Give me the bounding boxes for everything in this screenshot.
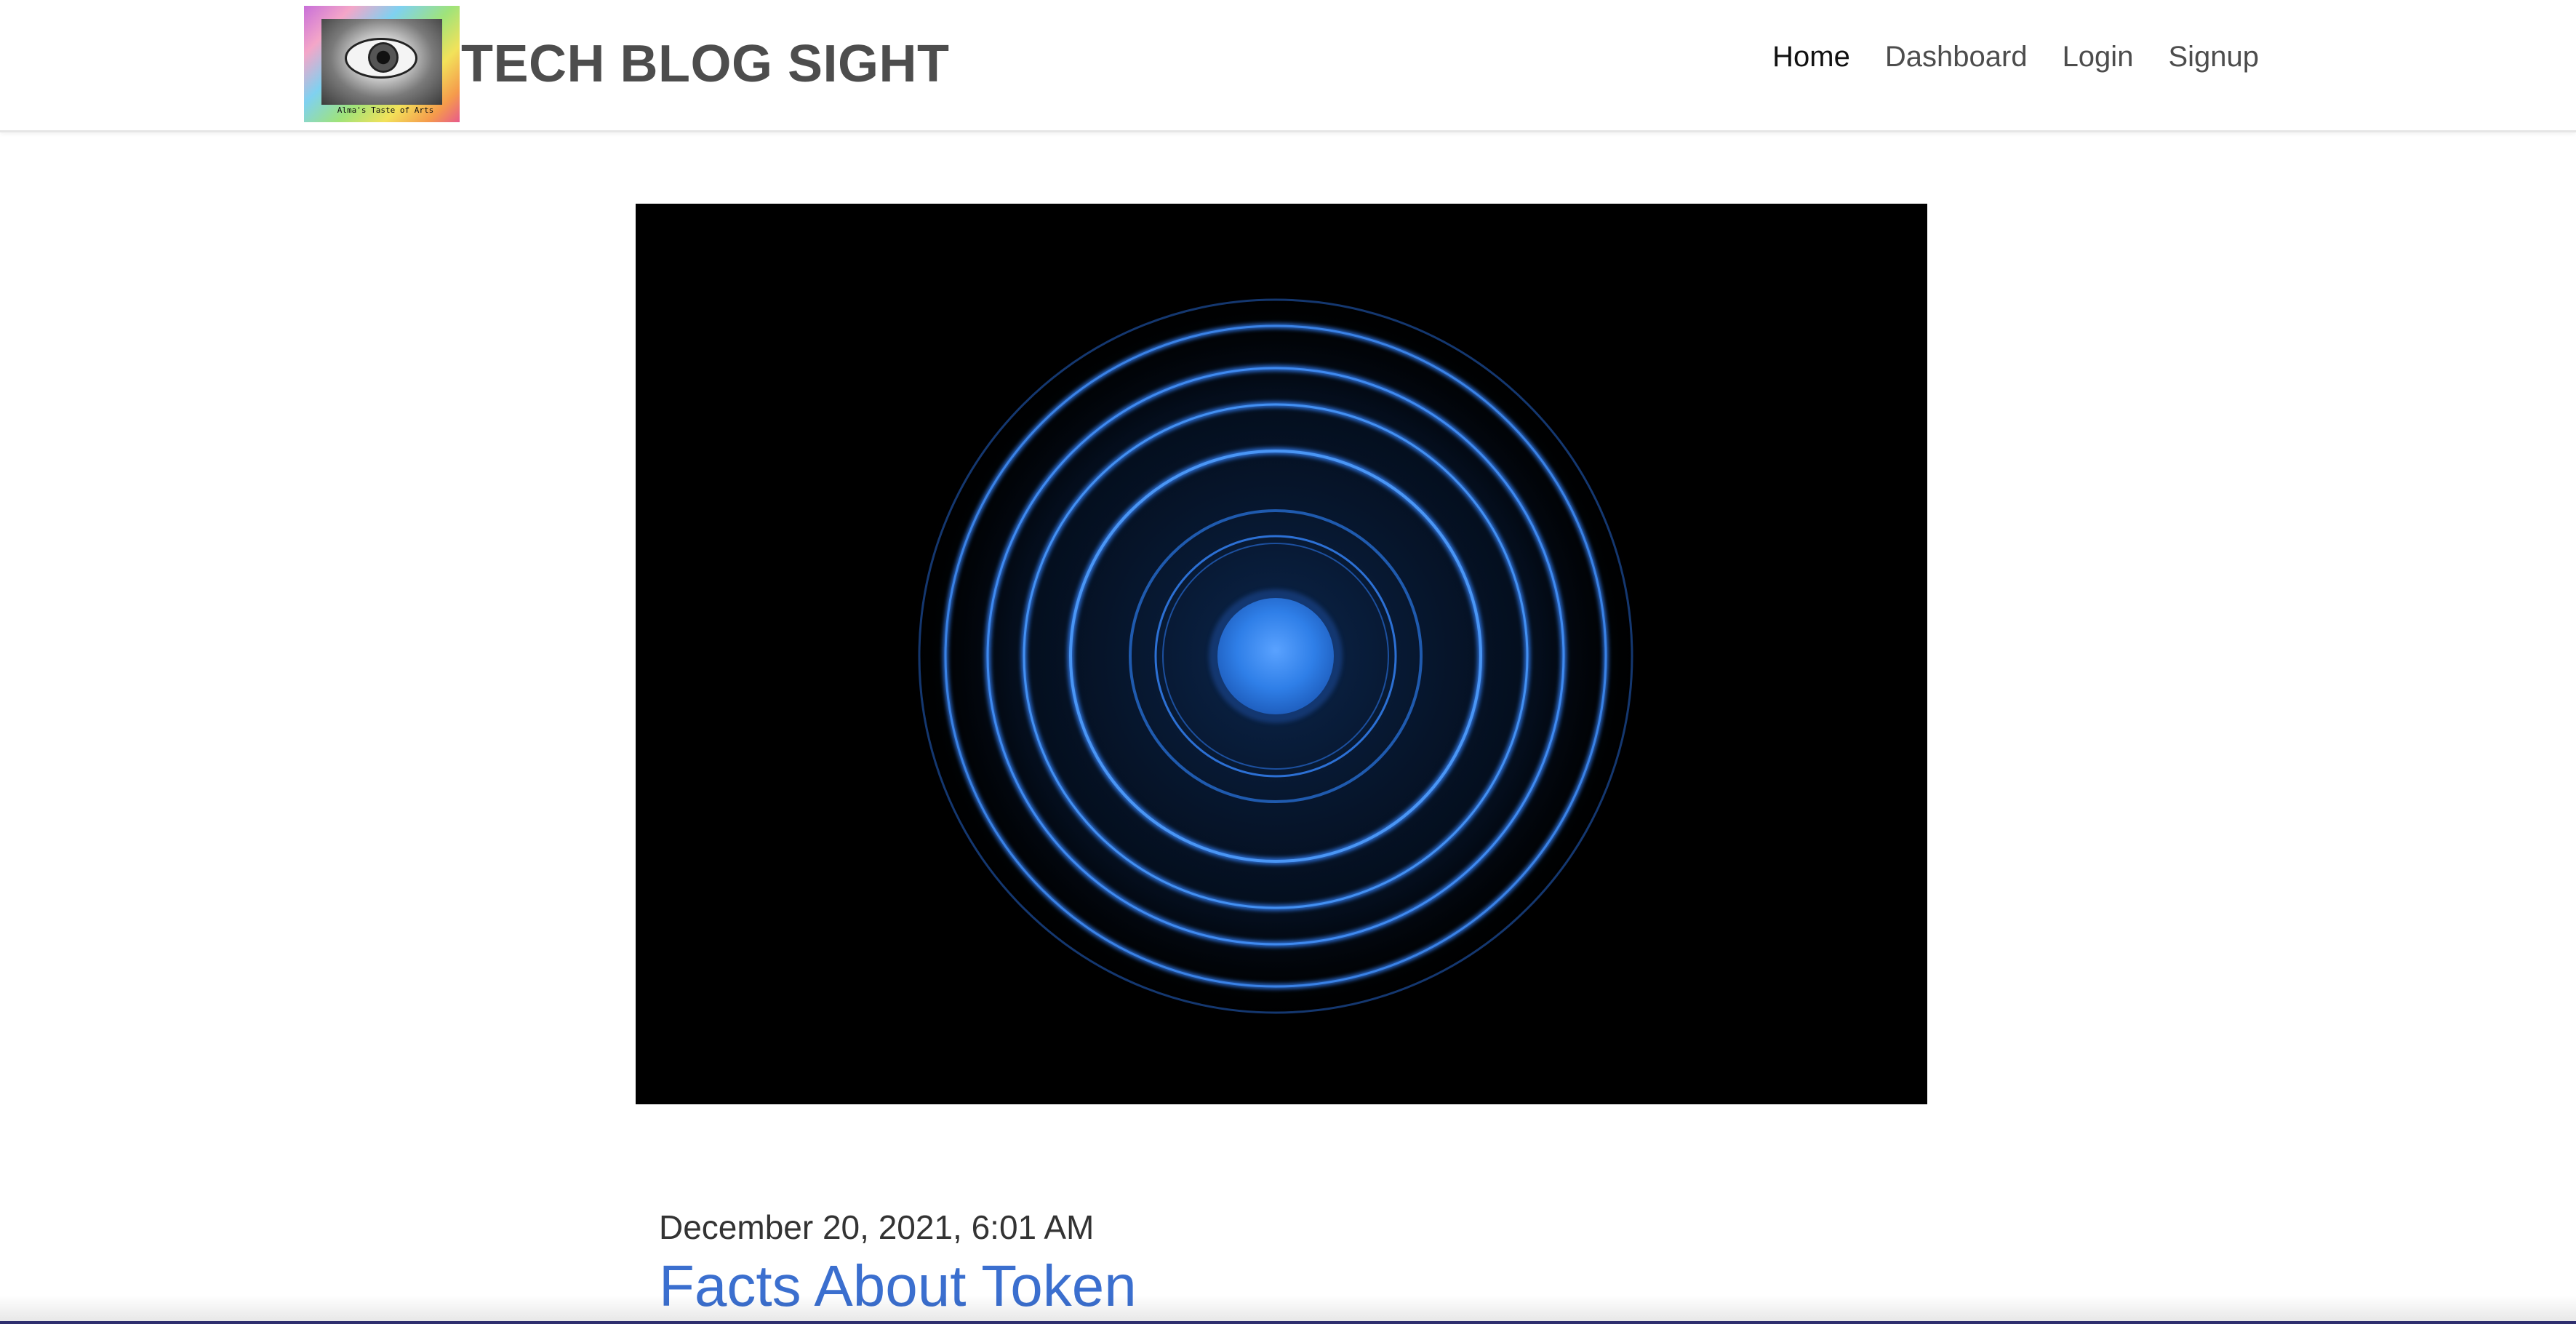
logo-caption: Alma's Taste of Arts bbox=[337, 105, 434, 115]
nav-signup-link[interactable]: Signup bbox=[2168, 41, 2259, 73]
nav-dashboard-link[interactable]: Dashboard bbox=[1885, 41, 2028, 73]
viewport-bottom-edge bbox=[0, 1321, 2576, 1324]
site-navbar: Alma's Taste of Arts TECH BLOG SIGHT Hom… bbox=[0, 0, 2576, 132]
post-hero-image[interactable] bbox=[636, 204, 1927, 1104]
nav-home-link[interactable]: Home bbox=[1772, 41, 1850, 73]
post-date: December 20, 2021, 6:01 AM bbox=[659, 1208, 1095, 1246]
nav-login-link[interactable]: Login bbox=[2063, 41, 2134, 73]
concentric-rings-graphic bbox=[897, 278, 1654, 1034]
post-title-link[interactable]: Facts About Token bbox=[659, 1253, 1137, 1320]
viewport-bottom-shadow bbox=[0, 1295, 2576, 1324]
brand-link[interactable]: Alma's Taste of Arts TECH BLOG SIGHT bbox=[304, 6, 950, 122]
site-title: TECH BLOG SIGHT bbox=[461, 35, 950, 93]
site-logo: Alma's Taste of Arts bbox=[304, 6, 460, 122]
core-orb bbox=[1217, 598, 1334, 714]
iris-icon bbox=[368, 42, 399, 73]
main-nav: Home Dashboard Login Signup bbox=[1737, 41, 2259, 73]
